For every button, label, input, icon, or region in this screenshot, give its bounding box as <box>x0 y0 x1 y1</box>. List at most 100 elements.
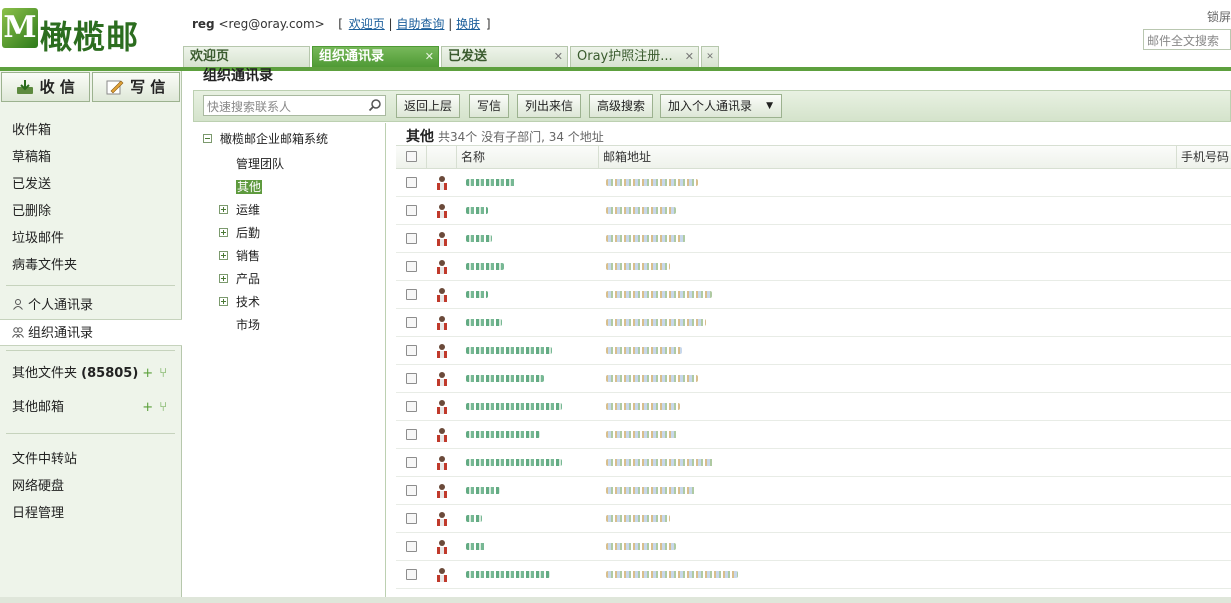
tree-node-management[interactable]: 管理团队 <box>236 155 284 172</box>
contact-email[interactable] <box>606 319 706 326</box>
contact-email[interactable] <box>606 375 698 382</box>
table-row[interactable] <box>396 281 1231 309</box>
close-icon[interactable]: ✕ <box>685 47 694 67</box>
row-checkbox[interactable] <box>406 233 417 244</box>
contact-name[interactable] <box>466 179 516 186</box>
contact-name[interactable] <box>466 543 486 550</box>
table-row[interactable] <box>396 309 1231 337</box>
tree-node-ops[interactable]: 运维 <box>219 201 260 218</box>
search-icon[interactable] <box>368 98 382 112</box>
expand-icon[interactable] <box>219 251 228 260</box>
sidebar-item-org-contacts[interactable]: 组织通讯录 <box>0 319 182 346</box>
contact-name[interactable] <box>466 207 488 214</box>
sidebar-item-network-disk[interactable]: 网络硬盘 <box>0 473 181 500</box>
select-all-checkbox[interactable] <box>406 151 417 162</box>
sidebar-item-sent[interactable]: 已发送 <box>0 171 181 198</box>
row-checkbox[interactable] <box>406 429 417 440</box>
write-button[interactable]: 写信 <box>469 94 510 118</box>
table-row[interactable] <box>396 393 1231 421</box>
contact-email[interactable] <box>606 179 698 186</box>
contact-name[interactable] <box>466 403 562 410</box>
sidebar-item-spam[interactable]: 垃圾邮件 <box>0 225 181 252</box>
col-name-header[interactable]: 名称 <box>456 146 598 169</box>
contact-name[interactable] <box>466 571 550 578</box>
welcome-link[interactable]: 欢迎页 <box>349 17 385 31</box>
row-checkbox[interactable] <box>406 513 417 524</box>
table-row[interactable] <box>396 533 1231 561</box>
contact-email[interactable] <box>606 235 686 242</box>
contact-email[interactable] <box>606 459 714 466</box>
tab-sent[interactable]: 已发送 ✕ <box>441 46 568 67</box>
tree-node-marketing[interactable]: 市场 <box>236 316 260 333</box>
row-checkbox[interactable] <box>406 541 417 552</box>
change-skin-link[interactable]: 换肤 <box>456 17 480 31</box>
table-row[interactable] <box>396 365 1231 393</box>
list-incoming-button[interactable]: 列出来信 <box>517 94 582 118</box>
tree-node-logistics[interactable]: 后勤 <box>219 224 260 241</box>
table-row[interactable] <box>396 449 1231 477</box>
add-folder-icon[interactable]: + <box>142 366 159 381</box>
expand-icon[interactable] <box>219 297 228 306</box>
contact-search-input[interactable]: 快速搜索联系人 <box>203 95 386 116</box>
contact-name[interactable] <box>466 515 482 522</box>
contact-name[interactable] <box>466 291 488 298</box>
table-row[interactable] <box>396 477 1231 505</box>
row-checkbox[interactable] <box>406 457 417 468</box>
col-phone-header[interactable]: 手机号码 <box>1176 146 1231 169</box>
close-icon[interactable]: ✕ <box>425 47 434 67</box>
sidebar-item-other-mailbox[interactable]: 其他邮箱 +⑂ <box>0 391 181 425</box>
advanced-search-button[interactable]: 高级搜索 <box>589 94 654 118</box>
contact-name[interactable] <box>466 347 552 354</box>
contact-name[interactable] <box>466 319 502 326</box>
row-checkbox[interactable] <box>406 401 417 412</box>
row-checkbox[interactable] <box>406 289 417 300</box>
table-row[interactable] <box>396 561 1231 589</box>
contact-name[interactable] <box>466 263 504 270</box>
table-row[interactable] <box>396 169 1231 197</box>
tab-org-contacts[interactable]: 组织通讯录 ✕ <box>312 46 439 67</box>
contact-email[interactable] <box>606 347 682 354</box>
mail-fulltext-search-input[interactable]: 邮件全文搜索 <box>1143 29 1231 50</box>
contact-email[interactable] <box>606 515 670 522</box>
manage-mailbox-icon[interactable]: ⑂ <box>159 400 173 415</box>
add-personal-contacts-button[interactable]: 加入个人通讯录 ▼ <box>660 94 782 118</box>
sidebar-item-calendar[interactable]: 日程管理 <box>0 500 181 527</box>
contact-email[interactable] <box>606 543 676 550</box>
row-checkbox[interactable] <box>406 261 417 272</box>
table-row[interactable] <box>396 197 1231 225</box>
sidebar-item-file-transfer[interactable]: 文件中转站 <box>0 446 181 473</box>
self-service-link[interactable]: 自助查询 <box>396 17 444 31</box>
tree-node-sales[interactable]: 销售 <box>219 247 260 264</box>
sidebar-item-inbox[interactable]: 收件箱 <box>0 117 181 144</box>
sidebar-item-drafts[interactable]: 草稿箱 <box>0 144 181 171</box>
table-row[interactable] <box>396 505 1231 533</box>
tree-node-product[interactable]: 产品 <box>219 270 260 287</box>
tree-node-tech[interactable]: 技术 <box>219 293 260 310</box>
back-button[interactable]: 返回上层 <box>396 94 461 118</box>
row-checkbox[interactable] <box>406 205 417 216</box>
contact-name[interactable] <box>466 431 540 438</box>
row-checkbox[interactable] <box>406 177 417 188</box>
table-row[interactable] <box>396 337 1231 365</box>
row-checkbox[interactable] <box>406 373 417 384</box>
contact-name[interactable] <box>466 459 562 466</box>
contact-email[interactable] <box>606 291 712 298</box>
manage-folder-icon[interactable]: ⑂ <box>159 366 173 381</box>
contact-email[interactable] <box>606 487 696 494</box>
contact-email[interactable] <box>606 403 680 410</box>
table-row[interactable] <box>396 253 1231 281</box>
row-checkbox[interactable] <box>406 345 417 356</box>
col-email-header[interactable]: 邮箱地址 <box>598 146 1176 169</box>
compose-button[interactable]: 写 信 <box>91 72 180 102</box>
contact-email[interactable] <box>606 571 738 578</box>
sidebar-item-virus[interactable]: 病毒文件夹 <box>0 252 181 279</box>
table-row[interactable] <box>396 225 1231 253</box>
expand-icon[interactable] <box>219 228 228 237</box>
receive-button[interactable]: 收 信 <box>1 72 90 102</box>
add-mailbox-icon[interactable]: + <box>142 400 159 415</box>
tab-oray-register[interactable]: Oray护照注册... ✕ <box>570 46 699 67</box>
tree-root[interactable]: 橄榄邮企业邮箱系统 <box>203 130 328 147</box>
row-checkbox[interactable] <box>406 485 417 496</box>
sidebar-item-personal-contacts[interactable]: 个人通讯录 <box>0 292 181 319</box>
contact-name[interactable] <box>466 487 500 494</box>
